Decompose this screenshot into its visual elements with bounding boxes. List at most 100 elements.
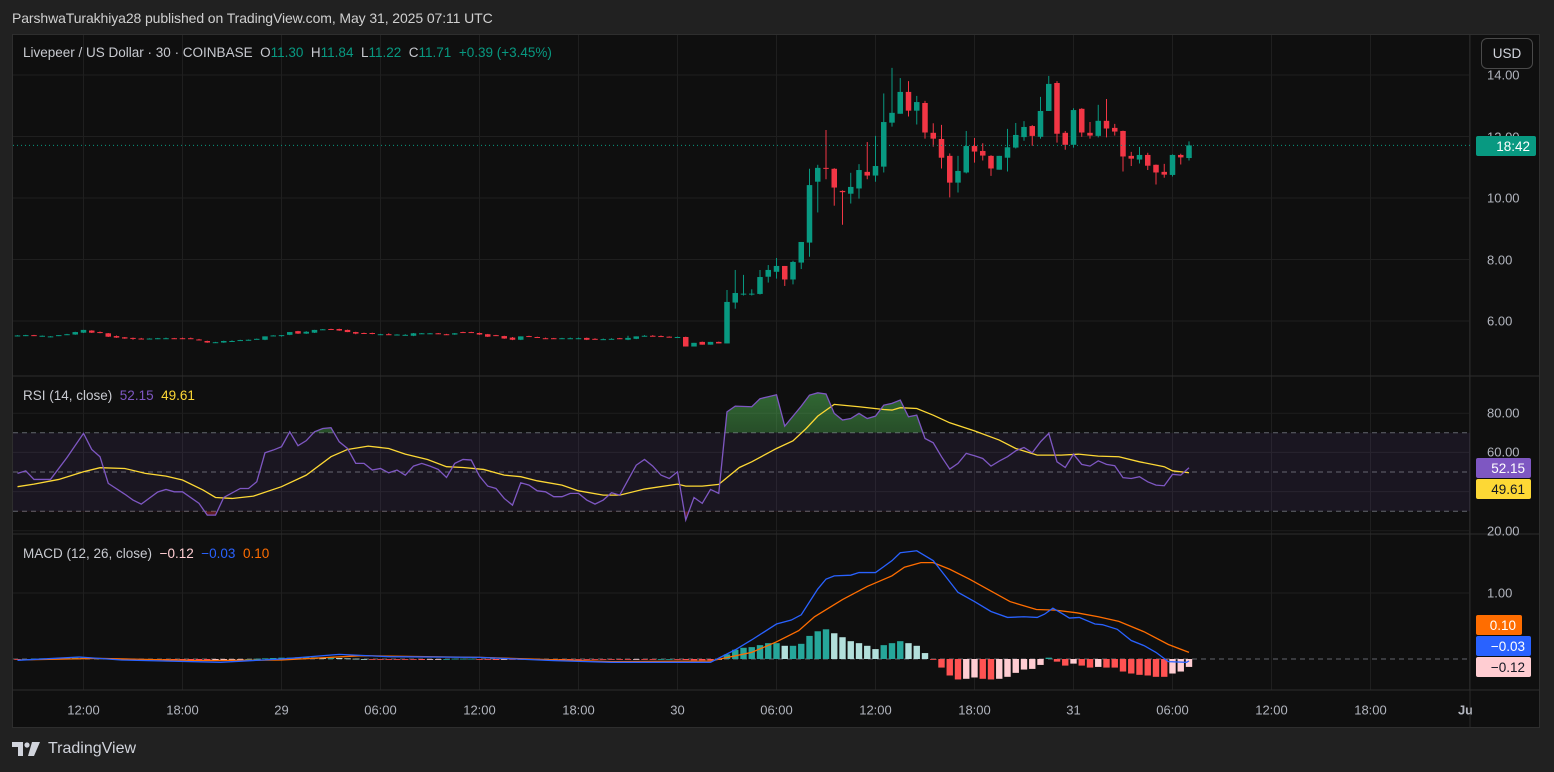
macd-histogram-bar <box>443 659 450 660</box>
candle <box>130 337 136 340</box>
candle <box>270 335 276 337</box>
tradingview-footer[interactable]: TradingView <box>12 740 136 758</box>
candle <box>551 337 557 340</box>
macd-histogram-bar <box>1152 659 1160 677</box>
candle-body <box>551 338 557 340</box>
candle <box>476 332 483 335</box>
candle <box>683 336 689 347</box>
candle-body <box>476 332 483 335</box>
close-label: C <box>408 45 419 60</box>
candle-body <box>980 150 986 156</box>
candle <box>113 335 120 338</box>
macd-histogram-bar <box>385 659 392 660</box>
chart-canvas[interactable] <box>0 0 1554 772</box>
macd-histogram-bar <box>369 659 376 660</box>
candle-body <box>872 166 879 176</box>
macd-histogram-bar <box>930 659 937 660</box>
grid-lines <box>13 35 1470 690</box>
candle <box>732 269 738 309</box>
candle-body <box>1161 171 1167 175</box>
candle-body <box>435 333 441 335</box>
rsi-value-badge: 52.15 <box>1476 458 1531 478</box>
macd-histogram-bar <box>789 645 797 659</box>
currency-button[interactable]: USD <box>1481 38 1533 69</box>
candle-body <box>328 328 334 330</box>
candle-body <box>113 336 120 338</box>
price-axis-label: 14.00 <box>1487 67 1520 83</box>
candle-body <box>716 341 722 344</box>
candle-body <box>56 335 62 337</box>
candle-body <box>270 335 276 337</box>
candle-body <box>31 335 37 337</box>
candle-body <box>922 102 928 133</box>
macd-histogram-bar <box>418 659 425 660</box>
candle <box>592 338 598 340</box>
candle <box>963 130 969 174</box>
macd-histogram-bar <box>847 641 854 659</box>
candle <box>1145 152 1151 171</box>
candle <box>31 334 37 337</box>
candle <box>287 332 293 336</box>
candle-body <box>163 338 169 340</box>
candle-body <box>1103 120 1110 129</box>
candle <box>782 265 788 286</box>
candle <box>724 289 730 344</box>
candle-body <box>542 338 549 340</box>
macd-histogram-bar <box>880 645 887 659</box>
candle-body <box>889 112 895 123</box>
candle-body <box>1087 132 1093 136</box>
macd-histogram-bar <box>1020 659 1028 670</box>
rsi-legend[interactable]: RSI (14, close) 52.15 49.61 <box>23 388 195 403</box>
candle-body <box>930 132 936 139</box>
candle <box>122 336 128 339</box>
macd-histogram-bar <box>971 659 978 678</box>
macd-legend[interactable]: MACD (12, 26, close) −0.12 −0.03 0.10 <box>23 546 269 561</box>
candle-body <box>1029 126 1035 136</box>
candle <box>749 289 755 296</box>
macd-histogram-bar <box>410 659 417 660</box>
candle <box>402 334 408 336</box>
candle-body <box>947 155 953 183</box>
macd-histogram-bar <box>682 659 689 660</box>
macd-histogram-bar <box>393 659 401 660</box>
candle <box>320 328 326 331</box>
candle-body <box>64 334 70 336</box>
candle <box>691 342 697 347</box>
macd-line-value: −0.03 <box>201 546 236 561</box>
candle-body <box>740 293 747 295</box>
candle <box>303 331 309 334</box>
time-axis-label: 18:00 <box>1354 702 1387 718</box>
candle <box>1070 108 1077 148</box>
candle <box>608 338 615 340</box>
macd-histogram-bar <box>624 659 632 660</box>
candle-body <box>179 338 186 340</box>
macd-histogram-bar <box>1185 659 1193 667</box>
candle-body <box>188 338 194 340</box>
macd-signal-badge: 0.10 <box>1476 615 1522 635</box>
macd-histogram-bar <box>641 659 648 660</box>
macd-histogram-bar <box>674 659 681 660</box>
candle-body <box>1070 110 1077 145</box>
candle <box>419 332 425 335</box>
countdown-badge: 18:42 <box>1476 136 1536 156</box>
macd-histogram-bar <box>377 659 384 660</box>
candle <box>1103 98 1110 138</box>
candle-body <box>72 332 78 335</box>
candle <box>328 328 334 330</box>
candle-body <box>419 333 425 335</box>
macd-histogram-bar <box>1045 657 1052 659</box>
candle-body <box>790 261 796 280</box>
candle <box>386 333 392 336</box>
candle-body <box>452 333 458 335</box>
high-label: H <box>310 45 321 60</box>
candle <box>361 332 367 334</box>
macd-histogram-bar <box>591 659 599 660</box>
candle <box>163 337 169 340</box>
candle <box>856 164 862 199</box>
macd-histogram-bar <box>864 645 871 659</box>
candle <box>353 331 359 335</box>
candle-body <box>97 332 103 334</box>
rsi-axis-label: 80.00 <box>1487 405 1520 421</box>
candle-body <box>592 338 598 340</box>
macd-histogram-bar <box>1053 659 1061 662</box>
